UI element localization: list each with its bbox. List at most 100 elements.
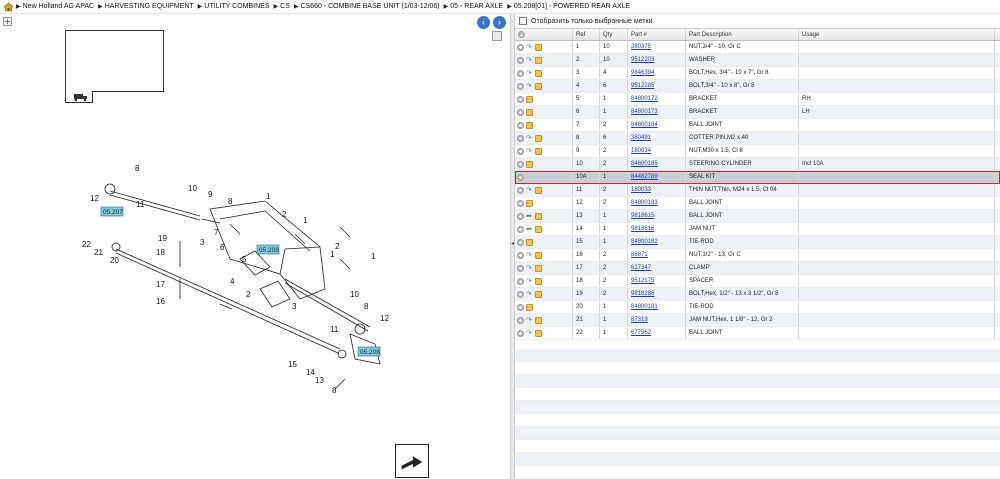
callout-number[interactable]: 1 xyxy=(371,252,376,261)
callout-number[interactable]: 4 xyxy=(230,277,235,286)
row-part-number[interactable]: 9512203 xyxy=(628,54,686,66)
row-part-number[interactable]: 84800184 xyxy=(628,119,686,131)
row-part-number[interactable]: 9512175 xyxy=(628,275,686,287)
row-part-number[interactable]: 380491 xyxy=(628,132,686,144)
row-part-number[interactable]: 88871 xyxy=(628,249,686,261)
row-part-number[interactable]: 180034 xyxy=(628,145,686,157)
add-to-cart-icon[interactable] xyxy=(517,95,524,103)
part-number-link[interactable]: 84482789 xyxy=(631,174,658,180)
part-number-link[interactable]: 84800183 xyxy=(631,200,658,206)
row-part-number[interactable]: 9818615 xyxy=(628,210,686,222)
add-to-cart-icon[interactable] xyxy=(517,277,524,285)
row-actions[interactable] xyxy=(515,106,573,118)
table-row[interactable]: ➦ 14 1 9818616 JAM NUT xyxy=(515,223,1000,236)
row-actions[interactable] xyxy=(515,301,573,313)
row-actions[interactable]: ↷ xyxy=(515,145,573,157)
package-icon[interactable] xyxy=(526,160,533,168)
replacement-arrow-icon[interactable]: ↷ xyxy=(526,252,533,259)
replacement-arrow-icon[interactable]: ↷ xyxy=(526,317,533,324)
callout-number[interactable]: 8 xyxy=(135,164,140,173)
exit-diagram-button[interactable] xyxy=(395,444,429,478)
breadcrumb-item[interactable]: ▶ HARVESTING EQUIPMENT xyxy=(98,3,194,10)
table-row[interactable]: ↷ 8 6 380491 COTTER PIN,M2 x 40 xyxy=(515,132,1000,145)
package-icon[interactable] xyxy=(526,108,533,116)
left-toolbar-button[interactable] xyxy=(3,17,12,26)
callout-number[interactable]: 8 xyxy=(332,386,337,395)
part-number-link[interactable]: 280375 xyxy=(631,44,651,50)
add-to-cart-icon[interactable] xyxy=(517,316,524,324)
table-row[interactable]: ↷ 1 10 280375 NUT,3/4" - 10, Gr C xyxy=(515,41,1000,54)
breadcrumb-item[interactable]: ▶ 05.208[01] - POWERED REAR AXLE xyxy=(507,3,630,10)
row-actions[interactable]: ↷ xyxy=(515,54,573,66)
table-row[interactable]: 7 2 84800184 BALL JOINT xyxy=(515,119,1000,132)
part-number-link[interactable]: 180034 xyxy=(631,148,651,154)
replacement-arrow-icon[interactable]: ↷ xyxy=(526,44,533,51)
row-actions[interactable]: ↷ xyxy=(515,327,573,339)
callout-number[interactable]: 3 xyxy=(292,302,297,311)
row-actions[interactable] xyxy=(515,158,573,170)
replacement-arrow-icon[interactable]: ↷ xyxy=(526,57,533,64)
table-row[interactable]: 12 2 84800183 BALL JOINT xyxy=(515,197,1000,210)
package-icon[interactable] xyxy=(535,212,542,220)
add-to-cart-icon[interactable] xyxy=(517,82,524,90)
callout-number[interactable]: 9 xyxy=(208,190,213,199)
header-qty[interactable]: Qty xyxy=(600,29,628,40)
package-icon[interactable] xyxy=(535,251,542,259)
part-number-link[interactable]: 84800173 xyxy=(631,109,658,115)
exploded-parts-diagram[interactable]: 81091211 81213222120191817167654231211081… xyxy=(80,149,410,399)
row-part-number[interactable]: 627347 xyxy=(628,262,686,274)
splitter-grip-icon[interactable]: ◂ xyxy=(511,240,514,252)
add-to-cart-icon[interactable] xyxy=(517,290,524,298)
row-part-number[interactable]: 87319 xyxy=(628,314,686,326)
table-row[interactable]: ↷ 21 1 87319 JAM NUT,Hex, 1 1/8" - 12, Gr 2 xyxy=(515,314,1000,327)
add-to-cart-icon[interactable] xyxy=(517,251,524,259)
replacement-arrow-icon[interactable]: ↷ xyxy=(526,148,533,155)
table-row[interactable]: 5 1 84800172 BRACKET RH xyxy=(515,93,1000,106)
replacement-arrow-icon[interactable]: ↷ xyxy=(526,265,533,272)
callout-number[interactable]: 20 xyxy=(110,256,119,265)
row-part-number[interactable]: 84800182 xyxy=(628,236,686,248)
diagram-thumbnail[interactable] xyxy=(65,30,164,92)
add-to-cart-icon[interactable] xyxy=(517,160,524,168)
part-number-link[interactable]: 87319 xyxy=(631,317,648,323)
breadcrumb-item[interactable]: ▶ 05 - REAR AXLE xyxy=(444,3,504,10)
next-page-button[interactable]: › xyxy=(493,16,506,29)
callout-number[interactable]: 13 xyxy=(315,376,324,385)
part-number-link[interactable]: 9846394 xyxy=(631,70,654,76)
package-icon[interactable] xyxy=(535,225,542,233)
callout-number[interactable]: 11 xyxy=(330,325,339,334)
replacement-arrow-icon[interactable]: ↷ xyxy=(526,187,533,194)
callout-number[interactable]: 18 xyxy=(156,248,165,257)
row-part-number[interactable]: 180033 xyxy=(628,184,686,196)
table-row[interactable]: ↷ 22 1 677962 BALL JOINT xyxy=(515,327,1000,340)
row-actions[interactable]: ↷ xyxy=(515,275,573,287)
add-to-cart-icon[interactable] xyxy=(517,225,524,233)
replacement-arrow-icon[interactable]: ↷ xyxy=(526,135,533,142)
package-icon[interactable] xyxy=(526,303,533,311)
header-actions[interactable] xyxy=(515,29,573,40)
table-row[interactable]: 10 2 84800185 STEERING CYLINDER Incl 10A xyxy=(515,158,1000,171)
callout-number[interactable]: 19 xyxy=(158,234,167,243)
substitute-arrow-icon[interactable]: ➦ xyxy=(526,226,533,233)
part-number-link[interactable]: 84800181 xyxy=(631,304,658,310)
table-row[interactable]: ↷ 18 2 9512175 SPACER xyxy=(515,275,1000,288)
part-number-link[interactable]: 9512285 xyxy=(631,83,654,89)
row-actions[interactable] xyxy=(515,93,573,105)
thumbnail-tab[interactable] xyxy=(65,91,93,103)
package-icon[interactable] xyxy=(535,264,542,272)
row-actions[interactable]: ↷ xyxy=(515,67,573,79)
package-icon[interactable] xyxy=(535,329,542,337)
callout-number[interactable]: 22 xyxy=(82,240,91,249)
part-number-link[interactable]: 677962 xyxy=(631,330,651,336)
part-number-link[interactable]: 84800182 xyxy=(631,239,658,245)
row-part-number[interactable]: 677962 xyxy=(628,327,686,339)
row-part-number[interactable]: 84800172 xyxy=(628,93,686,105)
callout-number[interactable]: 1 xyxy=(266,192,271,201)
add-to-cart-icon[interactable] xyxy=(517,264,524,272)
fit-view-button[interactable] xyxy=(492,31,502,41)
part-number-link[interactable]: 180033 xyxy=(631,187,651,193)
part-number-link[interactable]: 88871 xyxy=(631,252,648,258)
callout-number[interactable]: 16 xyxy=(156,297,165,306)
row-actions[interactable]: ↷ xyxy=(515,314,573,326)
row-actions[interactable] xyxy=(515,119,573,131)
